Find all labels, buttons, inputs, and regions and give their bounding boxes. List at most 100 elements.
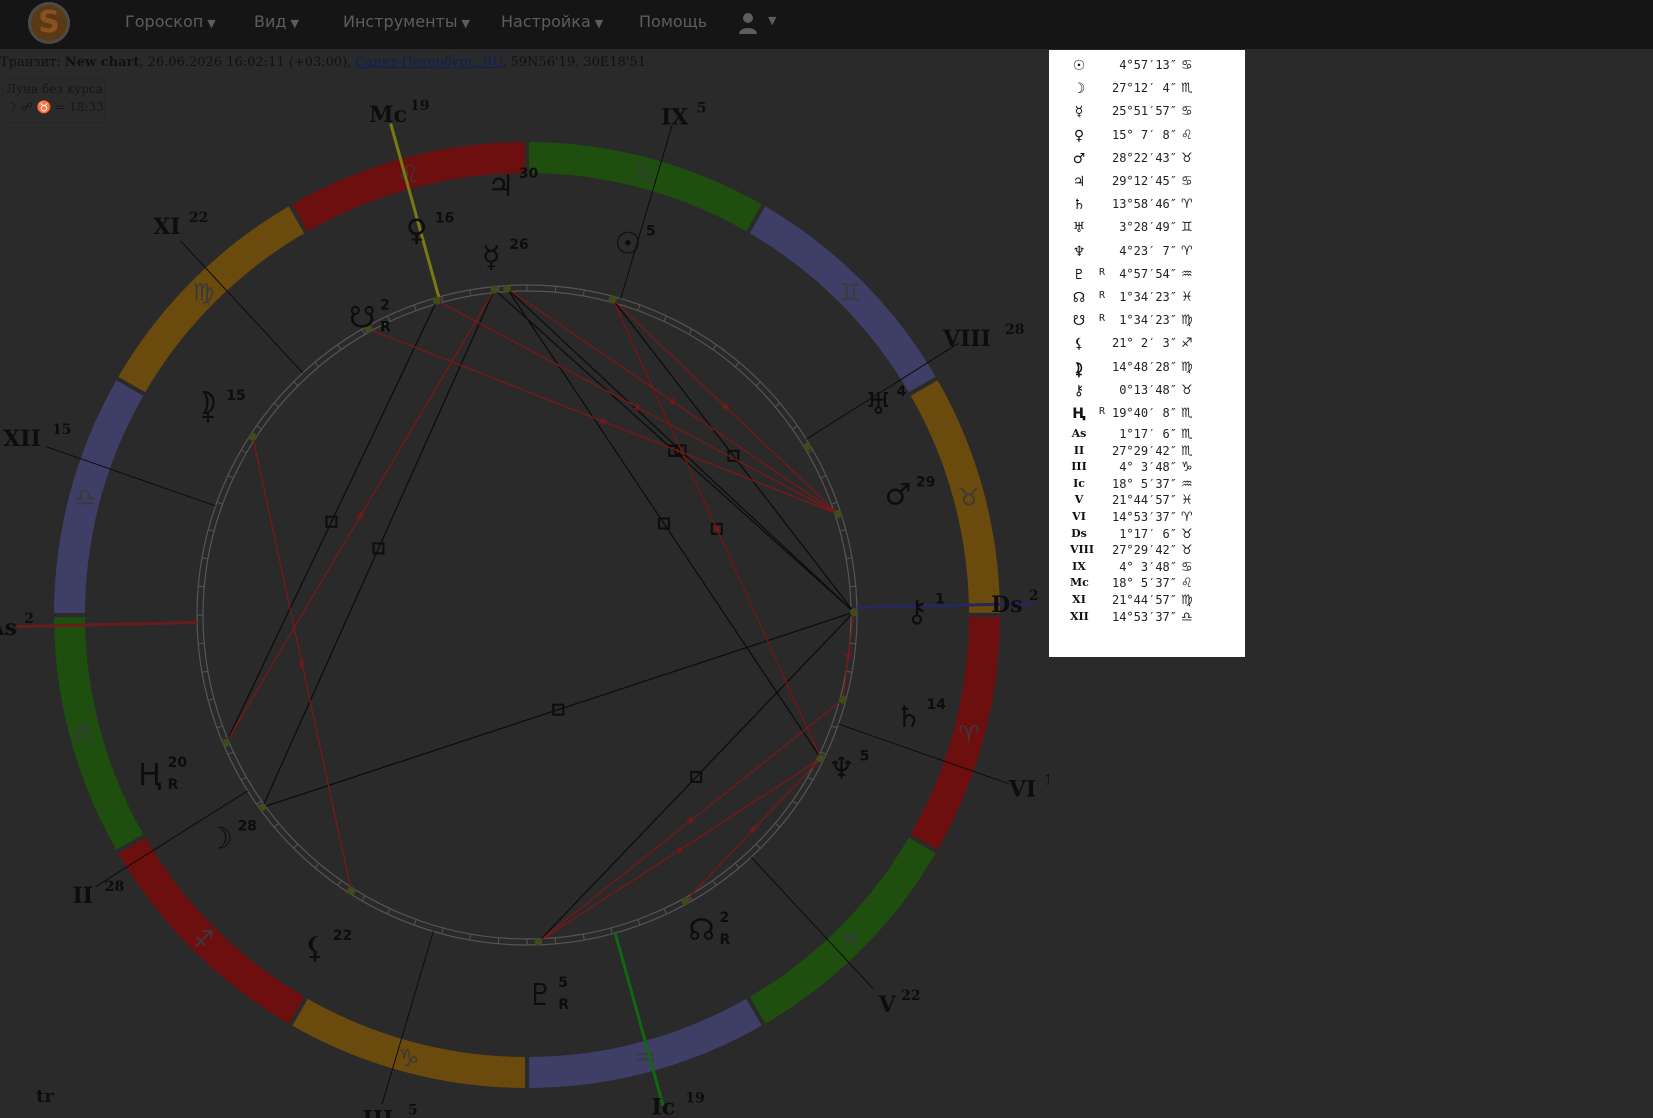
planet-dot-lilith	[347, 886, 356, 895]
transit-mode-label: tr	[36, 1086, 54, 1107]
planet-position-row: ⚸ 21° 2′ 3″ ♐	[1049, 336, 1245, 354]
position-degree: 14°53′37″	[1111, 609, 1177, 624]
position-degree: 25°51′57″	[1111, 104, 1177, 119]
position-degree: 27°29′42″	[1111, 443, 1177, 458]
house-degree: 2	[24, 611, 34, 627]
aspect-line	[225, 300, 438, 744]
north-node-degree: 2	[720, 910, 730, 926]
degree-tick	[807, 776, 814, 781]
house-label-II: II	[72, 883, 93, 909]
glyph-icon: Mc	[1070, 576, 1089, 590]
zodiac-ring: ♈♉♊♋♌♍♎♏♐♑ ♒♓	[49, 137, 1005, 1093]
menu-settings[interactable]: Настройка ▼	[501, 12, 603, 31]
dropdown-caret-icon: ▼	[594, 17, 604, 30]
neptune-degree: 5	[860, 748, 870, 764]
degree-tick	[820, 751, 827, 755]
pluto-degree: 5	[558, 975, 568, 991]
sign-glyph-icon: ♋	[1181, 559, 1193, 575]
zodiac-segment-1	[905, 374, 1005, 617]
degree-tick	[208, 698, 215, 701]
mercury-icon: ☿	[482, 240, 500, 275]
menu-help[interactable]: Помощь	[639, 12, 707, 31]
degree-tick	[792, 425, 798, 430]
house-degree: 28	[1005, 322, 1024, 338]
moon-icon: ☽	[206, 821, 233, 856]
position-degree: 29°12′45″	[1111, 174, 1177, 188]
house-position-row: XI 21°44′57″ ♍	[1049, 593, 1245, 611]
glyph-icon: ♂	[1072, 150, 1086, 167]
glyph-icon: Ic	[1073, 476, 1085, 490]
selena-icon: ⯝	[199, 391, 217, 426]
planet-dot-venus	[432, 296, 441, 305]
glyph-icon: Ds	[1071, 526, 1087, 540]
degree-tick	[441, 927, 444, 934]
aspect-line	[506, 288, 822, 759]
saturn-icon: ♄	[895, 700, 922, 735]
sign-glyph-icon: ♈	[1181, 197, 1193, 213]
menu-horoscope[interactable]: Гороскоп ▼	[125, 12, 216, 31]
planet-position-row: ☽ 27°12′ 4″ ♏	[1049, 81, 1245, 99]
degree-tick	[361, 895, 366, 902]
house-position-row: V 21°44′57″ ♓	[1049, 493, 1245, 511]
degree-tick	[337, 880, 342, 886]
zodiac-segment-6	[49, 374, 149, 618]
degree-tick	[256, 425, 262, 430]
sign-glyph-icon: ♐	[1181, 336, 1193, 352]
degree-tick	[240, 776, 247, 781]
menu-label: Гороскоп	[125, 12, 204, 31]
menu-label: Инструменты	[343, 12, 458, 31]
menu-tools[interactable]: Инструменты ▼	[343, 12, 470, 31]
house-position-row: IX 4° 3′48″ ♋	[1049, 560, 1245, 578]
south-node-retrograde-mark: R	[380, 320, 391, 336]
position-degree: 4° 3′48″	[1119, 559, 1177, 574]
glyph-icon: ☽	[1072, 81, 1086, 98]
retrograde-mark: R	[1099, 406, 1106, 417]
position-degree: 1°34′23″	[1119, 313, 1177, 328]
fortune-icon: Ⱨ	[138, 758, 161, 793]
site-logo[interactable]: S	[28, 2, 70, 44]
house-degree: 15	[52, 422, 71, 438]
glyph-icon: ☋	[1072, 313, 1086, 330]
user-icon[interactable]	[738, 12, 758, 34]
sign-glyph-icon: ♓	[1181, 290, 1193, 305]
sign-glyph-icon: ♍	[1181, 593, 1193, 608]
zodiac-sign-glyph: ♎	[74, 484, 96, 512]
degree-tick	[201, 557, 209, 560]
position-degree: 0°13′48″	[1119, 382, 1177, 397]
sign-glyph-icon: ♍	[1181, 359, 1193, 375]
planet-position-row: ♆ 4°23′ 7″ ♈	[1049, 244, 1245, 262]
retrograde-mark: R	[1099, 266, 1106, 278]
glyph-icon: VIII	[1070, 543, 1094, 557]
planet-position-row: ♅ 3°28′49″ ♊	[1049, 220, 1245, 238]
menu-view[interactable]: Вид ▼	[254, 12, 299, 31]
inner-inner-circle	[202, 290, 852, 940]
inner-circle	[196, 284, 858, 946]
house-label-VI: VI	[1008, 777, 1036, 803]
aspect-sextile-marker: ✶	[674, 843, 686, 859]
south-node-icon: ☋	[349, 301, 376, 336]
degree-tick	[820, 475, 827, 479]
house-position-row: XII 14°53′37″ ♎	[1049, 610, 1245, 628]
user-dropdown-caret-icon[interactable]: ▼	[768, 14, 776, 27]
degree-tick	[610, 927, 613, 934]
sign-glyph-icon: ♎	[1181, 609, 1193, 625]
degree-tick	[831, 501, 838, 505]
menu-label: Настройка	[501, 12, 591, 31]
position-degree: 18° 5′37″	[1111, 576, 1177, 591]
degree-tick	[792, 800, 798, 805]
degree-tick	[554, 937, 557, 944]
glyph-icon: IX	[1072, 559, 1086, 573]
degree-tick	[554, 286, 557, 293]
planet-position-row: ♀ 15° 7′ 8″ ♌	[1049, 128, 1245, 146]
jupiter-icon: ♃	[487, 169, 514, 204]
degree-tick	[201, 670, 209, 673]
north-node-icon: ☊	[688, 913, 715, 948]
degree-tick	[273, 822, 280, 828]
planet-dot-sun	[608, 295, 617, 304]
positions-table: ☉ 4°57′13″ ♋ ☽ 27°12′ 4″ ♏ ☿ 25°51′57″ ♋ ♀ 15° 7′ …	[1049, 50, 1245, 657]
degree-tick	[413, 919, 417, 926]
glyph-icon: XI	[1072, 593, 1086, 606]
house-position-row: Ic 18° 5′37″ ♒	[1049, 477, 1245, 495]
aspect-sextile-marker: ✶	[597, 414, 609, 430]
dropdown-caret-icon: ▼	[207, 17, 216, 30]
